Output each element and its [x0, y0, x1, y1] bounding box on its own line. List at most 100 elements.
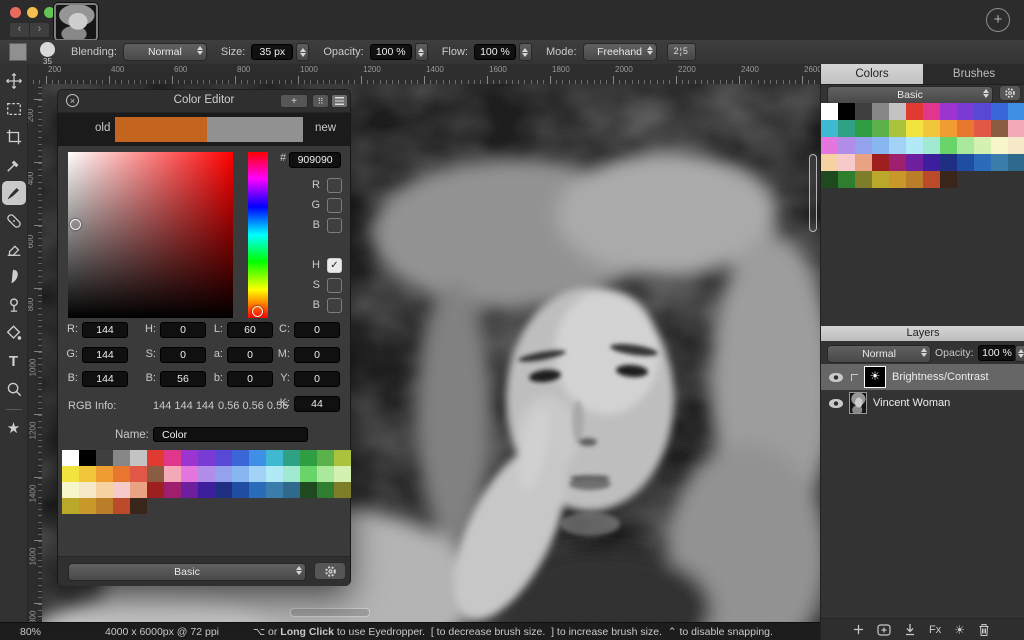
color-swatch[interactable]	[991, 103, 1008, 120]
color-swatch[interactable]	[855, 120, 872, 137]
color-swatch[interactable]	[113, 466, 130, 482]
color-swatch[interactable]	[300, 450, 317, 466]
color-swatch[interactable]	[821, 154, 838, 171]
text-tool[interactable]: T	[2, 349, 26, 373]
layer-row-vincent-woman[interactable]: Vincent Woman	[821, 390, 1024, 416]
document-tab[interactable]	[54, 3, 98, 41]
color-swatch[interactable]	[991, 137, 1008, 154]
color-swatch[interactable]	[317, 482, 334, 498]
color-swatch[interactable]	[940, 120, 957, 137]
layer-blend-select[interactable]: Normal	[827, 345, 931, 363]
color-swatch[interactable]	[96, 450, 113, 466]
brush-preview[interactable]: 35	[40, 40, 57, 66]
field-input[interactable]: 144	[82, 322, 128, 338]
color-swatch[interactable]	[957, 137, 974, 154]
zoom-tool[interactable]	[2, 377, 26, 401]
size-input[interactable]: 35 px	[251, 44, 294, 60]
color-swatch[interactable]	[232, 482, 249, 498]
color-swatch[interactable]	[215, 482, 232, 498]
color-swatch[interactable]	[1008, 154, 1024, 171]
color-swatch[interactable]	[889, 171, 906, 188]
color-swatch[interactable]	[821, 103, 838, 120]
erase-tool[interactable]	[2, 237, 26, 261]
color-swatch[interactable]	[821, 171, 838, 188]
favorites-tool[interactable]: ★	[2, 416, 26, 440]
color-swatch[interactable]	[96, 498, 113, 514]
color-swatch[interactable]	[923, 137, 940, 154]
channel-checkbox[interactable]	[327, 278, 342, 293]
color-swatch[interactable]	[334, 482, 351, 498]
field-input[interactable]: 0	[294, 322, 340, 338]
color-swatch[interactable]	[249, 482, 266, 498]
visibility-eye-icon[interactable]	[829, 372, 843, 382]
smudge-tool[interactable]	[2, 265, 26, 289]
layer-opacity-stepper[interactable]	[1015, 345, 1024, 362]
color-swatch[interactable]	[923, 120, 940, 137]
effects-button[interactable]: Fx	[929, 624, 941, 636]
field-input[interactable]: 60	[227, 322, 273, 338]
swatch-grid-view-button[interactable]: ⠿	[312, 94, 329, 108]
color-swatch[interactable]	[62, 482, 79, 498]
color-swatch[interactable]	[164, 466, 181, 482]
tab-brushes[interactable]: Brushes	[923, 64, 1024, 84]
color-swatch[interactable]	[906, 171, 923, 188]
clone-tool[interactable]	[2, 293, 26, 317]
color-swatch[interactable]	[300, 482, 317, 498]
color-swatch[interactable]	[974, 103, 991, 120]
color-swatch[interactable]	[957, 120, 974, 137]
color-swatch[interactable]	[130, 482, 147, 498]
color-swatch[interactable]	[838, 120, 855, 137]
color-swatch[interactable]	[181, 482, 198, 498]
color-swatch[interactable]	[147, 482, 164, 498]
color-name-input[interactable]: Color	[153, 427, 308, 442]
mode-select[interactable]: Freehand	[582, 43, 657, 61]
import-button[interactable]	[904, 623, 916, 636]
color-swatch[interactable]	[906, 137, 923, 154]
new-tab-button[interactable]: +	[986, 8, 1010, 32]
color-swatch[interactable]	[79, 450, 96, 466]
back-button[interactable]: ‹	[9, 22, 30, 38]
sliders-view-button[interactable]	[331, 94, 348, 108]
color-swatch[interactable]	[906, 154, 923, 171]
color-swatch[interactable]	[113, 450, 130, 466]
flow-input[interactable]: 100 %	[473, 44, 516, 60]
crop-tool[interactable]	[2, 125, 26, 149]
delete-layer-button[interactable]	[978, 623, 990, 637]
color-swatch[interactable]	[923, 171, 940, 188]
color-swatch[interactable]	[62, 450, 79, 466]
channel-checkbox[interactable]	[327, 218, 342, 233]
color-swatch[interactable]	[991, 154, 1008, 171]
field-input[interactable]: 56	[160, 371, 206, 387]
color-swatch[interactable]	[215, 450, 232, 466]
color-swatch[interactable]	[940, 103, 957, 120]
color-swatch[interactable]	[838, 154, 855, 171]
paint-tool[interactable]	[1, 181, 26, 205]
color-swatch[interactable]	[855, 171, 872, 188]
color-swatch[interactable]	[164, 450, 181, 466]
layer-opacity-input[interactable]: 100 %	[978, 345, 1016, 361]
color-well[interactable]	[9, 43, 27, 61]
color-swatch[interactable]	[855, 103, 872, 120]
color-swatch[interactable]	[923, 154, 940, 171]
color-swatch[interactable]	[181, 450, 198, 466]
heal-tool[interactable]	[2, 209, 26, 233]
color-swatch[interactable]	[957, 103, 974, 120]
editor-preset-select[interactable]: Basic	[68, 563, 306, 581]
color-swatch[interactable]	[838, 103, 855, 120]
channel-checkbox[interactable]	[327, 178, 342, 193]
color-swatch[interactable]	[974, 120, 991, 137]
color-swatch[interactable]	[872, 171, 889, 188]
editor-settings-button[interactable]	[314, 562, 346, 580]
color-swatch[interactable]	[113, 498, 130, 514]
saturation-brightness-picker[interactable]	[68, 152, 233, 318]
field-input[interactable]: 144	[82, 371, 128, 387]
color-swatch[interactable]	[130, 450, 147, 466]
color-swatch[interactable]	[198, 466, 215, 482]
color-swatch[interactable]	[906, 120, 923, 137]
hue-cursor[interactable]	[252, 306, 263, 317]
color-swatch[interactable]	[130, 498, 147, 514]
color-swatch[interactable]	[130, 466, 147, 482]
color-swatch[interactable]	[872, 120, 889, 137]
channel-checkbox[interactable]	[327, 198, 342, 213]
color-swatch[interactable]	[940, 171, 957, 188]
